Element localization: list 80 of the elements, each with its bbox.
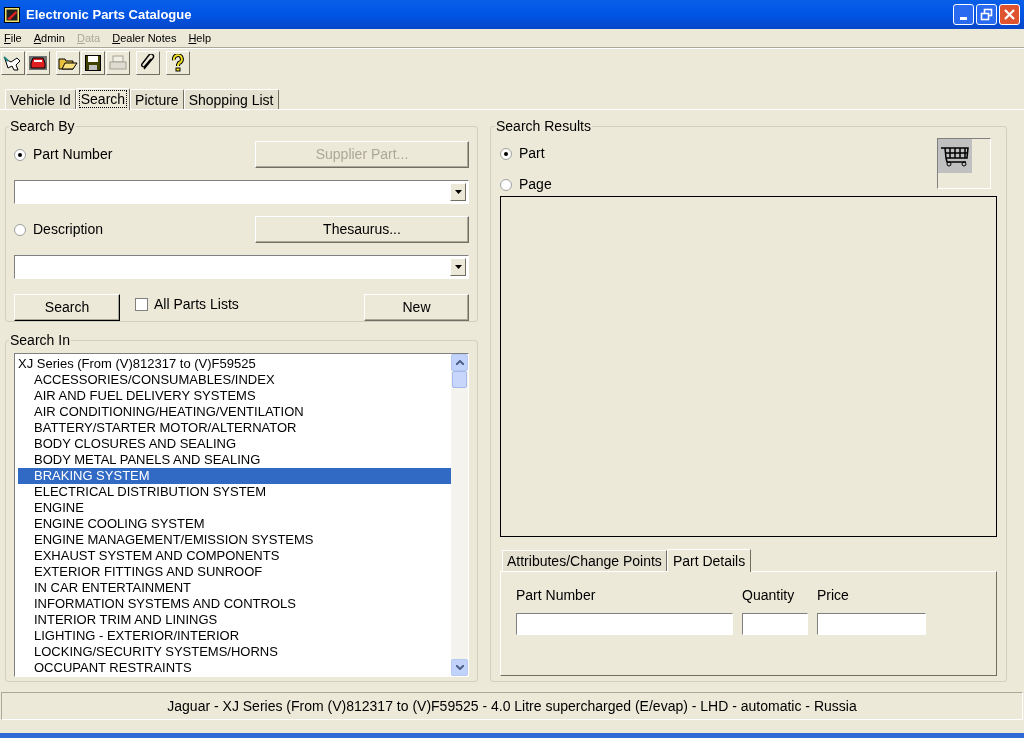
tree-item[interactable]: EXHAUST SYSTEM AND COMPONENTS: [18, 548, 451, 564]
group-label: Search By: [9, 117, 76, 136]
field-label: Price: [817, 586, 850, 603]
restore-button[interactable]: [976, 4, 997, 25]
dropdown-field[interactable]: [14, 255, 469, 279]
tree-item[interactable]: AIR AND FUEL DELIVERY SYSTEMS: [18, 388, 451, 404]
menu-item[interactable]: File: [4, 30, 22, 47]
status-text: Jaguar - XJ Series (From (V)812317 to (V)F59525 - 4.0 Litre supercharged (E/evap) - LHD - automatic - Russia: [167, 696, 857, 716]
tree-item[interactable]: INFORMATION SYSTEMS AND CONTROLS: [18, 596, 451, 612]
printer-icon: [108, 54, 128, 72]
menu-item[interactable]: Dealer Notes: [112, 30, 177, 47]
radio-button[interactable]: [500, 178, 512, 191]
scrollbar-thumb[interactable]: [452, 371, 467, 388]
group-label: Search Results: [495, 117, 592, 136]
caret-icon: [454, 265, 462, 269]
floppy-disk-button[interactable]: [81, 51, 105, 75]
tree-item[interactable]: LOCKING/SECURITY SYSTEMS/HORNS: [18, 644, 451, 660]
tree-item[interactable]: OCCUPANT RESTRAINTS: [18, 660, 451, 676]
thesaurus-button[interactable]: Thesaurus...: [255, 216, 469, 243]
radio-label: Page: [519, 175, 552, 194]
question-mark-icon: [171, 54, 185, 72]
caret-icon: [454, 190, 462, 194]
menu-item[interactable]: Admin: [33, 30, 65, 47]
car-icon: [28, 54, 48, 72]
tree-item[interactable]: LIGHTING - EXTERIOR/INTERIOR: [18, 628, 451, 644]
checkbox[interactable]: [135, 297, 148, 311]
radio-button[interactable]: [14, 223, 26, 236]
radio-button[interactable]: [14, 148, 26, 161]
tree-item[interactable]: ENGINE: [18, 500, 451, 516]
minimize-icon: [960, 17, 967, 20]
tab[interactable]: Search: [75, 88, 131, 110]
radio-button[interactable]: [500, 147, 512, 160]
tree-item[interactable]: ELECTRICAL DISTRIBUTION SYSTEM: [18, 484, 451, 500]
paperclip-icon: [139, 54, 157, 72]
tab[interactable]: Shopping List: [183, 89, 279, 109]
input-field[interactable]: [516, 613, 733, 636]
tab[interactable]: Part Details: [666, 549, 752, 573]
tree-item[interactable]: AIR CONDITIONING/HEATING/VENTILATION: [18, 404, 451, 420]
minimize-button[interactable]: [953, 4, 974, 25]
close-button[interactable]: [999, 4, 1020, 25]
question-mark-button[interactable]: [166, 51, 190, 75]
radio-label: Part: [519, 144, 545, 163]
scroll-down-button[interactable]: [451, 659, 468, 676]
tree-item[interactable]: IN CAR ENTERTAINMENT: [18, 580, 451, 596]
input-field[interactable]: [742, 613, 808, 636]
field-label: Quantity: [742, 586, 796, 603]
folder-button[interactable]: [56, 51, 80, 75]
dropdown-field[interactable]: [14, 180, 469, 204]
scrollbar[interactable]: [451, 354, 468, 676]
tree-item[interactable]: BATTERY/STARTER MOTOR/ALTERNATOR: [18, 420, 451, 436]
tab[interactable]: Picture: [130, 89, 184, 109]
tree-item[interactable]: INTERIOR TRIM AND LININGS: [18, 612, 451, 628]
close-icon: [1003, 8, 1016, 21]
tree-item[interactable]: BODY METAL PANELS AND SEALING: [18, 452, 451, 468]
group-label: Search In: [9, 331, 71, 350]
tree-item[interactable]: ENGINE COOLING SYSTEM: [18, 516, 451, 532]
tree-item[interactable]: BODY CLOSURES AND SEALING: [18, 436, 451, 452]
restore-icon: [980, 8, 993, 21]
tab[interactable]: Attributes/Change Points: [502, 550, 667, 572]
radio-label: Part Number: [33, 145, 113, 164]
paperclip-button[interactable]: [136, 51, 160, 75]
search-button[interactable]: Search: [14, 293, 120, 321]
checkbox-label: All Parts Lists: [154, 294, 239, 314]
tree-item[interactable]: ENGINE MANAGEMENT/EMISSION SYSTEMS: [18, 532, 451, 548]
cart-button[interactable]: [937, 138, 991, 189]
tree-item[interactable]: EXTERIOR FITTINGS AND SUNROOF: [18, 564, 451, 580]
tree-item[interactable]: XJ Series (From (V)812317 to (V)F59525: [18, 356, 451, 372]
tree-item[interactable]: ACCESSORIES/CONSUMABLES/INDEX: [18, 372, 451, 388]
field-label: Part Number: [516, 586, 597, 603]
car-button[interactable]: [26, 51, 50, 75]
tree-item[interactable]: BRAKING SYSTEM: [18, 468, 451, 484]
window-title: Electronic Parts Catalogue: [26, 5, 193, 24]
menu-item[interactable]: Help: [188, 30, 212, 47]
new-button[interactable]: New: [364, 293, 469, 321]
app-icon: [4, 6, 20, 23]
radio-label: Description: [33, 220, 104, 239]
input-field[interactable]: [817, 613, 926, 636]
shopping-cart-icon: [940, 145, 970, 167]
tab[interactable]: Vehicle Id: [5, 89, 76, 109]
scroll-up-button[interactable]: [451, 354, 468, 371]
